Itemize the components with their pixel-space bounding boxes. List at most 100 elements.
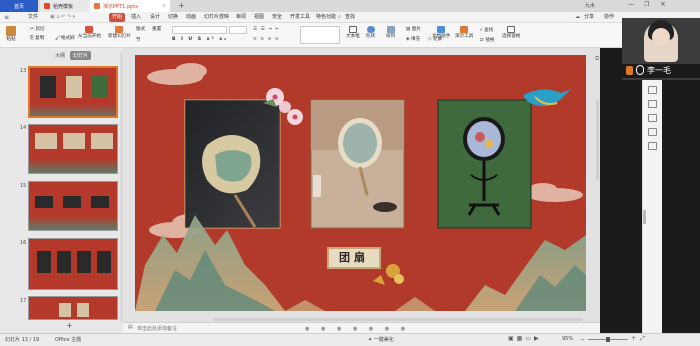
reset-button[interactable]: 重置 xyxy=(152,26,161,32)
zoom-in-icon[interactable]: + xyxy=(631,335,636,342)
zoom-level[interactable]: 95% xyxy=(562,336,573,342)
font-style-buttons[interactable]: B I U S x² x₂ xyxy=(172,37,228,42)
vertical-scrollbar[interactable] xyxy=(596,100,599,180)
thumb-mountains xyxy=(29,159,117,173)
font-icon[interactable] xyxy=(648,142,657,150)
textbox-label: 文本框 xyxy=(346,34,360,39)
slide-count: 幻灯片 13 / 19 xyxy=(5,337,40,343)
zoom-slider-handle[interactable] xyxy=(606,337,610,342)
fit-window-icon[interactable]: ⤢ xyxy=(640,335,645,343)
menu-insert[interactable]: 插入 xyxy=(131,13,141,22)
font-name-select[interactable] xyxy=(172,26,227,34)
replace-label: 替换 xyxy=(485,38,495,43)
thumb-image xyxy=(91,133,113,149)
side-scroll-indicator[interactable] xyxy=(643,210,646,224)
menu-security[interactable]: 安全 xyxy=(272,13,282,22)
select-pane-button[interactable]: 选择窗格 xyxy=(502,26,520,39)
tab-file[interactable]: 演示PPT1.pptx × xyxy=(90,0,170,12)
text-style-gallery[interactable] xyxy=(300,26,340,44)
user-name[interactable]: 九木 xyxy=(585,2,595,9)
menu-find[interactable]: 查找 xyxy=(345,13,355,22)
new-slide-button[interactable]: 新建幻灯片 xyxy=(108,26,131,39)
share-button[interactable]: 分享 xyxy=(584,13,594,22)
menu-design[interactable]: 设计 xyxy=(150,13,160,22)
thumb-image xyxy=(63,133,85,149)
style-icon[interactable] xyxy=(648,100,657,108)
search-icon[interactable]: ⌕ xyxy=(338,14,341,20)
quick-access-icons[interactable]: ▣ ⌂ ↶ ↷ ▾ xyxy=(50,14,75,20)
image-button[interactable]: ▨ 图片 xyxy=(406,26,421,32)
layout-button[interactable]: 版式 xyxy=(136,26,145,32)
close-tab-icon[interactable]: × xyxy=(162,3,166,9)
maximize-icon[interactable]: ❐ xyxy=(644,1,649,8)
menu-review[interactable]: 审阅 xyxy=(236,13,246,22)
thumb-image xyxy=(35,196,53,208)
property-icon[interactable] xyxy=(648,86,657,94)
copy-button[interactable]: ⎘ 复制 xyxy=(30,35,44,41)
cut-button[interactable]: ✂ 剪切 xyxy=(30,26,45,32)
slide-thumbnail-16[interactable] xyxy=(28,238,118,290)
minimize-icon[interactable]: — xyxy=(628,1,634,8)
text-tools-button[interactable]: 文档助手 xyxy=(432,26,450,39)
section-label: 节 xyxy=(136,38,141,43)
replace-button[interactable]: ⇄ 替换 xyxy=(480,37,495,43)
menu-animation[interactable]: 动画 xyxy=(186,13,196,22)
paste-button[interactable]: 粘贴 xyxy=(6,26,16,42)
horizontal-scrollbar[interactable] xyxy=(213,318,583,321)
cloud-icon[interactable]: ☁ xyxy=(575,14,580,20)
menu-home[interactable]: 开始 xyxy=(109,13,126,22)
text-tools-label: 文档助手 xyxy=(432,34,451,39)
collab-button[interactable]: 协作 xyxy=(604,13,614,22)
menu-view[interactable]: 视图 xyxy=(254,13,264,22)
slide-page-dots[interactable]: ● ● ● ● ● ● ● xyxy=(305,326,410,332)
new-slide-label: 新建幻灯片 xyxy=(108,34,131,39)
align-buttons[interactable]: ≡ ≡ ≡ ≡ xyxy=(253,37,280,42)
format-painter-label: 格式刷 xyxy=(60,36,75,41)
slide-thumbnail-13[interactable] xyxy=(28,66,118,118)
tab-template[interactable]: 稻壳模板 xyxy=(40,0,90,12)
textbox-button[interactable]: 文本框 xyxy=(346,26,360,39)
thumb-image xyxy=(91,196,109,208)
hamburger-icon[interactable]: ≡ xyxy=(4,14,9,21)
notes-placeholder[interactable]: 单击此处添加备注 xyxy=(137,325,177,332)
menu-devtools[interactable]: 开发工具 xyxy=(290,13,310,22)
menu-file[interactable]: 文件 xyxy=(28,13,38,22)
add-slide-button[interactable]: + xyxy=(66,321,73,330)
close-window-icon[interactable]: × xyxy=(660,0,666,8)
slide-caption[interactable]: 团扇 xyxy=(327,247,381,269)
menu-slideshow[interactable]: 幻灯片放映 xyxy=(204,13,229,22)
view-mode-buttons[interactable]: ▣▦▭▶ xyxy=(508,335,542,342)
slide-number: 14 xyxy=(20,125,27,131)
new-tab-icon[interactable]: + xyxy=(178,1,185,10)
tab-outline[interactable]: 大纲 xyxy=(55,52,65,59)
arrange-button[interactable]: 排列 xyxy=(386,26,395,39)
tab-file-label: 演示PPT1.pptx xyxy=(103,3,139,10)
tab-home-label: 首页 xyxy=(13,3,24,10)
tab-home[interactable]: 首页 xyxy=(0,0,38,12)
paragraph-buttons[interactable]: ☰ ☰ ⇥ ⇤ xyxy=(253,27,280,32)
fill-button[interactable]: ◈ 填充 xyxy=(406,36,420,42)
fill-label: 填充 xyxy=(411,37,421,42)
zoom-out-icon[interactable]: − xyxy=(580,336,585,343)
from-current-button[interactable]: 从当前开始 xyxy=(78,26,101,39)
thumb-image xyxy=(77,251,91,273)
section-button[interactable]: 节 xyxy=(136,37,141,43)
format-painter-button[interactable]: 🖌格式刷 xyxy=(55,35,75,41)
slide-canvas[interactable]: 团扇 xyxy=(135,55,586,311)
animation-icon[interactable] xyxy=(648,114,657,122)
presentation-tools-button[interactable]: 演示工具 xyxy=(455,26,473,39)
shape-button[interactable]: 形状 xyxy=(366,26,375,39)
beautify-button[interactable]: ✦ 一键美化 xyxy=(368,336,394,343)
slide-thumbnail-15[interactable] xyxy=(28,181,118,231)
thumb-image xyxy=(35,133,57,149)
menu-transition[interactable]: 切换 xyxy=(168,13,178,22)
slide-thumbnail-17[interactable] xyxy=(28,296,118,320)
new-slide-icon xyxy=(115,26,124,33)
find-button[interactable]: ⌕ 查找 xyxy=(480,27,493,33)
slide-thumbnail-14[interactable] xyxy=(28,124,118,174)
font-size-select[interactable] xyxy=(229,26,247,34)
tab-slides[interactable]: 幻灯片 xyxy=(70,51,92,60)
layout-toggle-icon[interactable]: ⧉ xyxy=(595,55,599,63)
template-icon[interactable] xyxy=(648,128,657,136)
menu-features[interactable]: 特色功能 xyxy=(316,13,336,22)
